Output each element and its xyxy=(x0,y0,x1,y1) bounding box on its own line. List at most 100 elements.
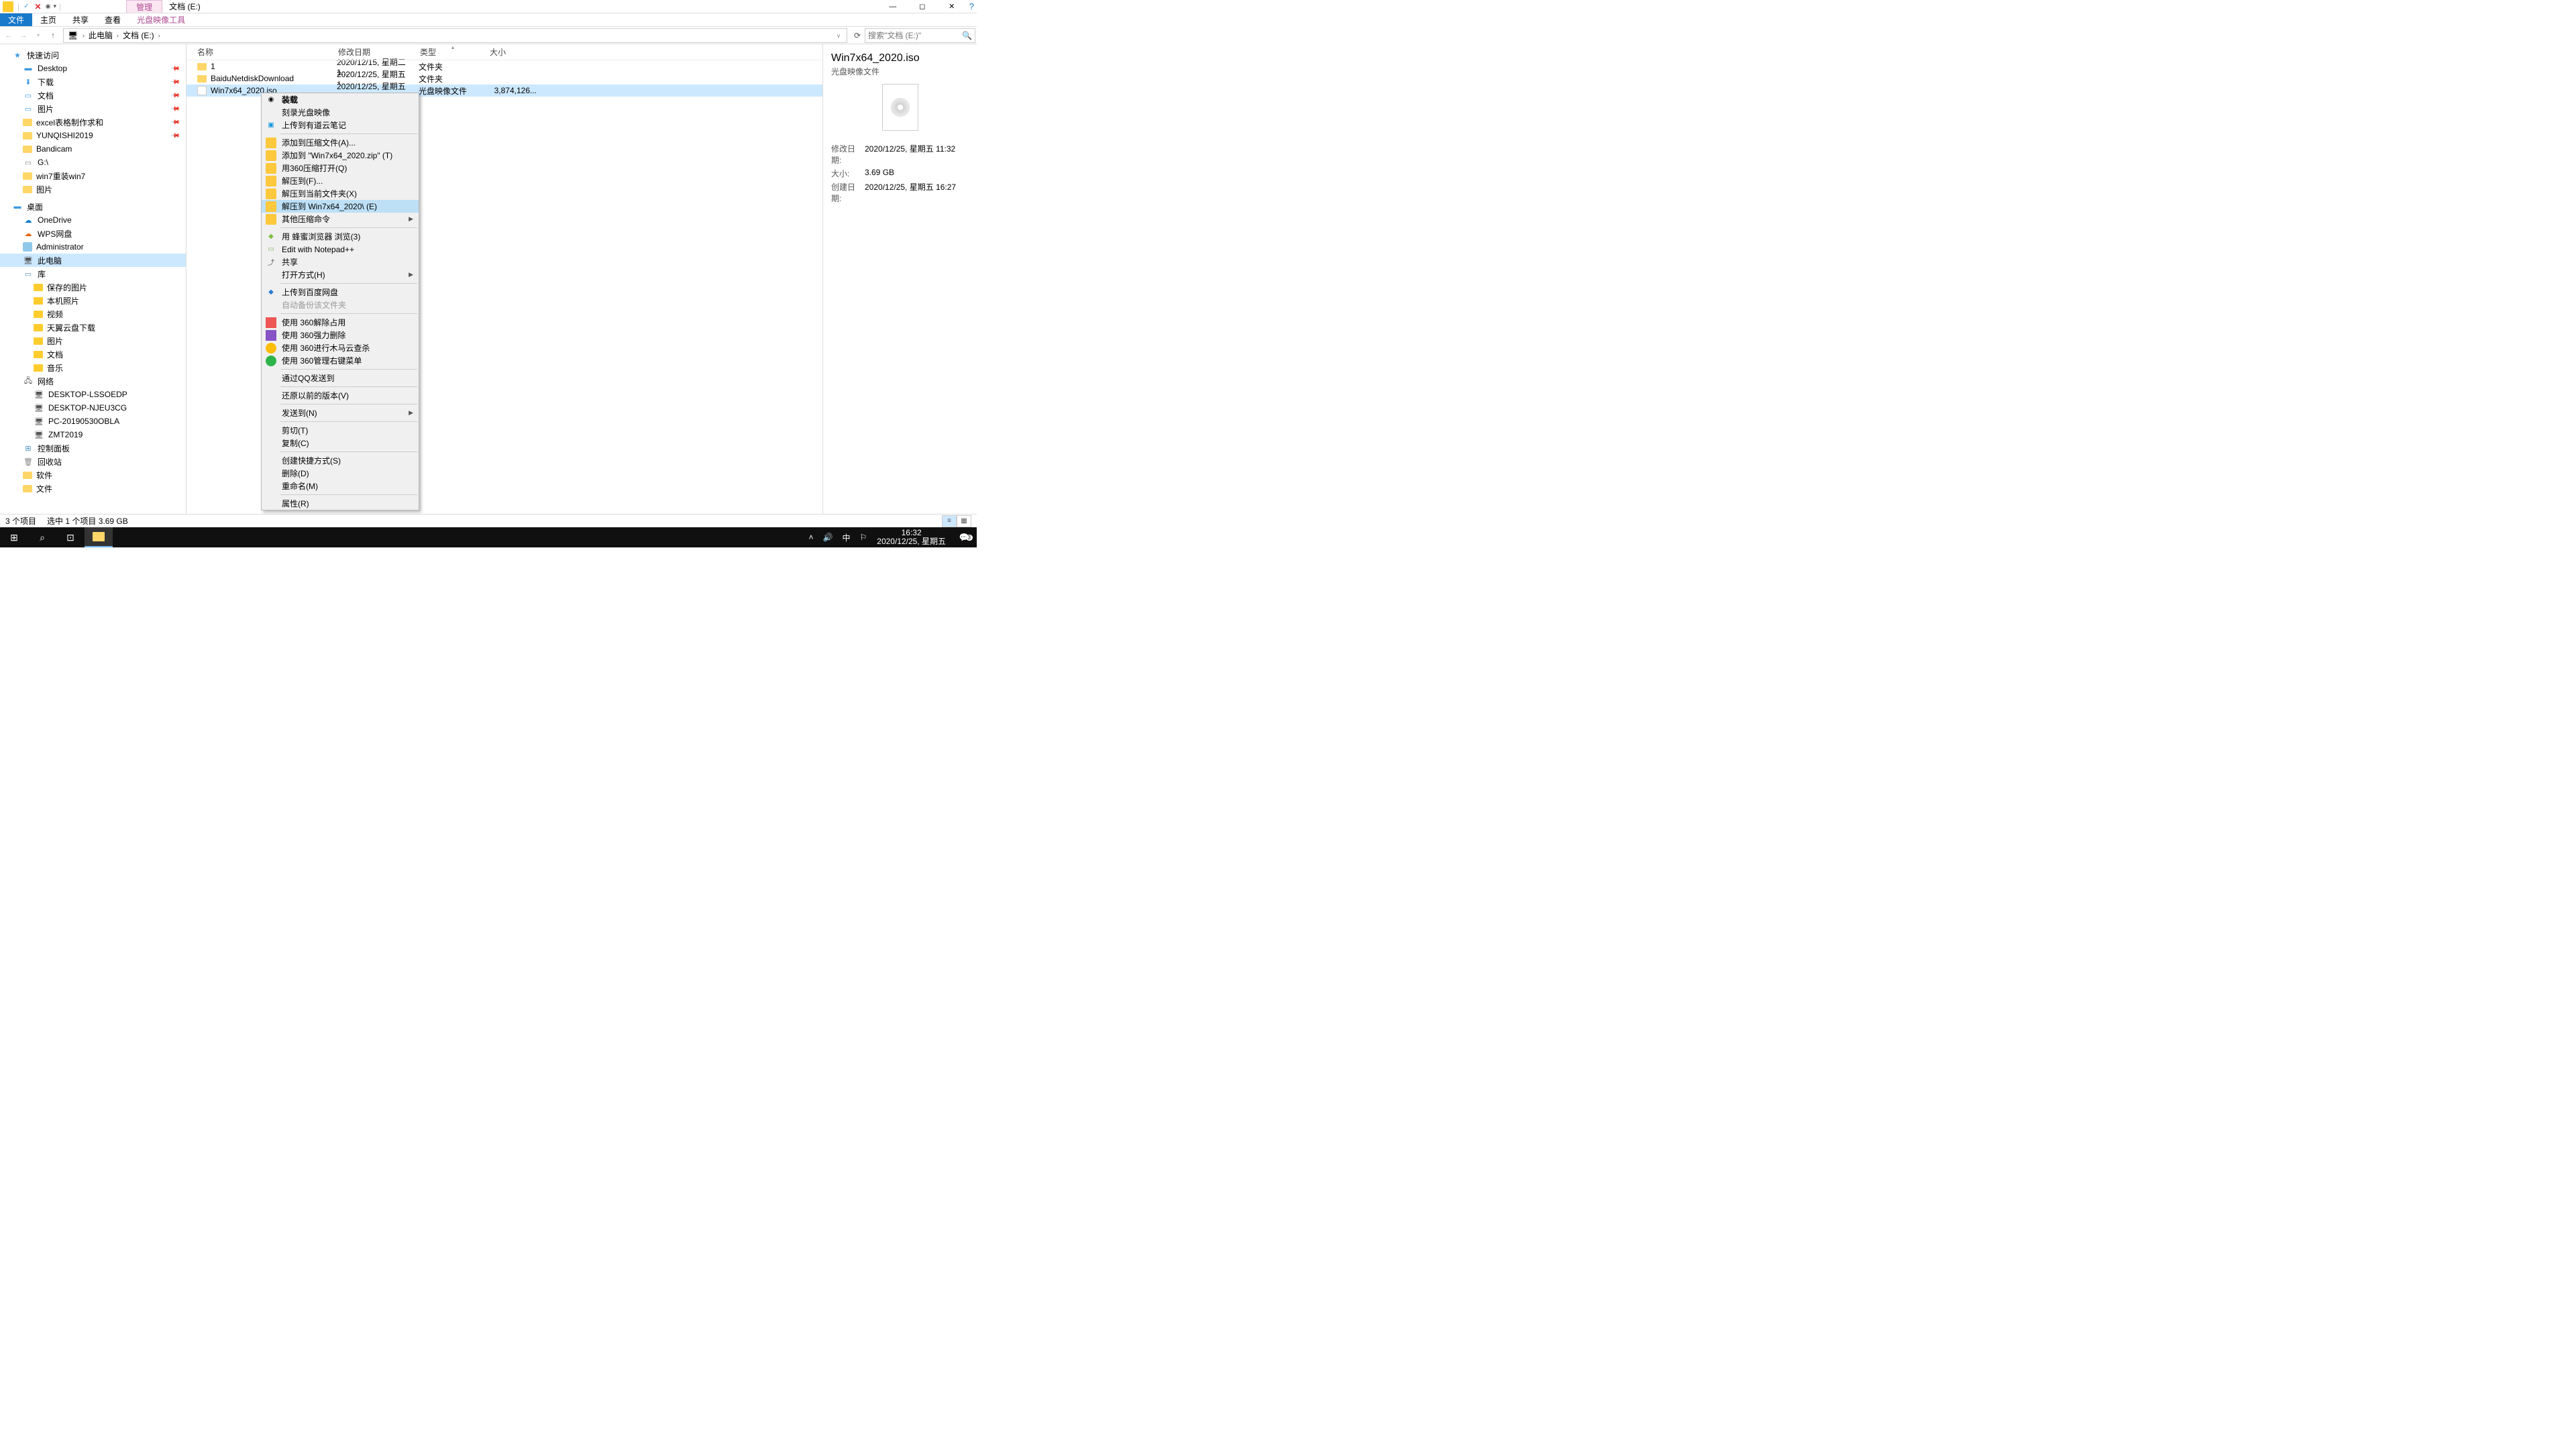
nav-files[interactable]: 文件 xyxy=(0,482,186,495)
nav-pics3[interactable]: 图片 xyxy=(0,334,186,347)
nav-videos[interactable]: 视频 xyxy=(0,307,186,321)
breadcrumb-root[interactable]: 此电脑 xyxy=(87,30,114,41)
ctx-360-trojan-scan[interactable]: 使用 360进行木马云查杀 xyxy=(262,341,419,354)
ctx-extract-here[interactable]: 解压到当前文件夹(X) xyxy=(262,187,419,200)
search-input[interactable]: 搜索"文档 (E:)" 🔍 xyxy=(865,28,975,43)
breadcrumb-folder[interactable]: 文档 (E:) xyxy=(121,30,156,41)
nav-desktop2[interactable]: ▬桌面 xyxy=(0,200,186,213)
nav-onedrive[interactable]: ☁OneDrive xyxy=(0,213,186,227)
ctx-open-with[interactable]: 打开方式(H)▶ xyxy=(262,268,419,281)
chevron-right-icon[interactable]: › xyxy=(83,32,85,39)
minimize-button[interactable]: — xyxy=(878,0,908,13)
ctx-mount[interactable]: ◉装载 xyxy=(262,93,419,106)
ctx-qq-send[interactable]: 通过QQ发送到 xyxy=(262,372,419,384)
ctx-baidu-upload[interactable]: ◆上传到百度网盘 xyxy=(262,286,419,299)
qab-dropdown-icon[interactable]: ▾ xyxy=(53,3,56,10)
tray-expand-icon[interactable]: ˄ xyxy=(809,533,814,542)
taskbar-clock[interactable]: 16:32 2020/12/25, 星期五 xyxy=(871,529,951,546)
ctx-360-unlock[interactable]: 使用 360解除占用 xyxy=(262,316,419,329)
file-row[interactable]: 1 2020/12/15, 星期二 1... 文件夹 xyxy=(186,60,822,72)
ctx-properties[interactable]: 属性(R) xyxy=(262,497,419,510)
nav-local-photos[interactable]: 本机照片 xyxy=(0,294,186,307)
ctx-extract-to[interactable]: 解压到(F)... xyxy=(262,174,419,187)
nav-network[interactable]: 🖧网络 xyxy=(0,374,186,388)
breadcrumb-history-dropdown[interactable]: v xyxy=(832,32,845,39)
col-size[interactable]: 大小 xyxy=(490,46,538,58)
nav-pc4[interactable]: 🖥ZMT2019 xyxy=(0,428,186,441)
nav-pictures[interactable]: ▭图片📌 xyxy=(0,102,186,115)
nav-desktop[interactable]: ▬Desktop📌 xyxy=(0,62,186,75)
close-button[interactable]: ✕ xyxy=(937,0,967,13)
nav-pc2[interactable]: 🖥DESKTOP-NJEU3CG xyxy=(0,401,186,415)
col-type[interactable]: 类型 xyxy=(420,46,490,58)
breadcrumb[interactable]: 🖥 › 此电脑 › 文档 (E:) › v xyxy=(63,28,847,43)
help-icon[interactable]: ? xyxy=(969,1,974,11)
nav-excel[interactable]: excel表格制作求和📌 xyxy=(0,115,186,129)
ctx-add-zip[interactable]: 添加到 "Win7x64_2020.zip" (T) xyxy=(262,149,419,162)
nav-wps[interactable]: ☁WPS网盘 xyxy=(0,227,186,240)
view-icons-button[interactable]: ▦ xyxy=(957,515,971,527)
ctx-youdao[interactable]: ▣上传到有道云笔记 xyxy=(262,119,419,131)
history-dropdown[interactable]: ▾ xyxy=(31,28,46,43)
up-button[interactable]: ↑ xyxy=(46,28,60,43)
taskbar-explorer[interactable] xyxy=(85,527,113,547)
ctx-open-360zip[interactable]: 用360压缩打开(Q) xyxy=(262,162,419,174)
x-icon[interactable]: ✕ xyxy=(35,2,42,11)
refresh-button[interactable]: ⟳ xyxy=(850,31,865,40)
ctx-restore-previous[interactable]: 还原以前的版本(V) xyxy=(262,389,419,402)
contextual-tab-manage[interactable]: 管理 xyxy=(126,0,162,13)
col-name[interactable]: 名称 xyxy=(197,46,338,58)
nav-libraries[interactable]: ▭库 xyxy=(0,267,186,280)
nav-music[interactable]: 音乐 xyxy=(0,361,186,374)
search-button[interactable]: ⌕ xyxy=(28,527,56,547)
ribbon-home-tab[interactable]: 主页 xyxy=(32,13,64,26)
nav-ctrl-panel[interactable]: ⊞控制面板 xyxy=(0,441,186,455)
back-button[interactable]: ← xyxy=(1,28,16,43)
nav-gdrive[interactable]: ▭G:\ xyxy=(0,156,186,169)
nav-quick-access[interactable]: ★快速访问 xyxy=(0,48,186,62)
nav-docs2[interactable]: 文档 xyxy=(0,347,186,361)
forward-button[interactable]: → xyxy=(16,28,31,43)
nav-yunqishi[interactable]: YUNQISHI2019📌 xyxy=(0,129,186,142)
ctx-bee-browser[interactable]: ◆用 蜂蜜浏览器 浏览(3) xyxy=(262,230,419,243)
ctx-create-shortcut[interactable]: 创建快捷方式(S) xyxy=(262,454,419,467)
nav-pc3[interactable]: 🖥PC-20190530OBLA xyxy=(0,415,186,428)
nav-admin[interactable]: Administrator xyxy=(0,240,186,254)
view-details-button[interactable]: ≡ xyxy=(942,515,957,527)
ctx-360-force-delete[interactable]: 使用 360强力删除 xyxy=(262,329,419,341)
check-icon[interactable]: ✓ xyxy=(23,3,29,10)
ctx-extract-named[interactable]: 解压到 Win7x64_2020\ (E) xyxy=(262,200,419,213)
ctx-share[interactable]: ⤴共享 xyxy=(262,256,419,268)
ctx-delete[interactable]: 删除(D) xyxy=(262,467,419,480)
ctx-copy[interactable]: 复制(C) xyxy=(262,437,419,449)
column-headers[interactable]: ▴ 名称 修改日期 类型 大小 xyxy=(186,44,822,60)
ctx-rename[interactable]: 重命名(M) xyxy=(262,480,419,492)
ctx-send-to[interactable]: 发送到(N)▶ xyxy=(262,407,419,419)
save-dropdown-icon[interactable]: ◉ xyxy=(46,3,51,10)
search-icon[interactable]: 🔍 xyxy=(962,31,972,40)
security-icon[interactable]: ⚐ xyxy=(860,533,867,542)
ribbon-disctools-tab[interactable]: 光盘映像工具 xyxy=(129,13,193,26)
ribbon-file-tab[interactable]: 文件 xyxy=(0,13,32,26)
task-view-button[interactable]: ⊡ xyxy=(56,527,85,547)
col-date[interactable]: 修改日期 xyxy=(338,46,420,58)
file-row[interactable]: BaiduNetdiskDownload 2020/12/25, 星期五 1..… xyxy=(186,72,822,85)
nav-saved-pics[interactable]: 保存的图片 xyxy=(0,280,186,294)
ctx-burn[interactable]: 刻录光盘映像 xyxy=(262,106,419,119)
nav-documents[interactable]: ▭文档📌 xyxy=(0,89,186,102)
start-button[interactable]: ⊞ xyxy=(0,527,28,547)
nav-this-pc[interactable]: 🖥此电脑 xyxy=(0,254,186,267)
ctx-360-manage-menu[interactable]: 使用 360管理右键菜单 xyxy=(262,354,419,367)
ctx-notepadpp[interactable]: ▭Edit with Notepad++ xyxy=(262,243,419,256)
ctx-other-archive[interactable]: 其他压缩命令▶ xyxy=(262,213,419,225)
chevron-right-icon[interactable]: › xyxy=(117,32,119,39)
nav-pics2[interactable]: 图片 xyxy=(0,182,186,196)
ctx-add-archive[interactable]: 添加到压缩文件(A)... xyxy=(262,136,419,149)
maximize-button[interactable]: ◻ xyxy=(908,0,937,13)
ctx-cut[interactable]: 剪切(T) xyxy=(262,424,419,437)
volume-icon[interactable]: 🔊 xyxy=(823,533,833,542)
nav-recycle[interactable]: 🗑回收站 xyxy=(0,455,186,468)
nav-software[interactable]: 软件 xyxy=(0,468,186,482)
nav-downloads[interactable]: ⬇下载📌 xyxy=(0,75,186,89)
ribbon-view-tab[interactable]: 查看 xyxy=(97,13,129,26)
